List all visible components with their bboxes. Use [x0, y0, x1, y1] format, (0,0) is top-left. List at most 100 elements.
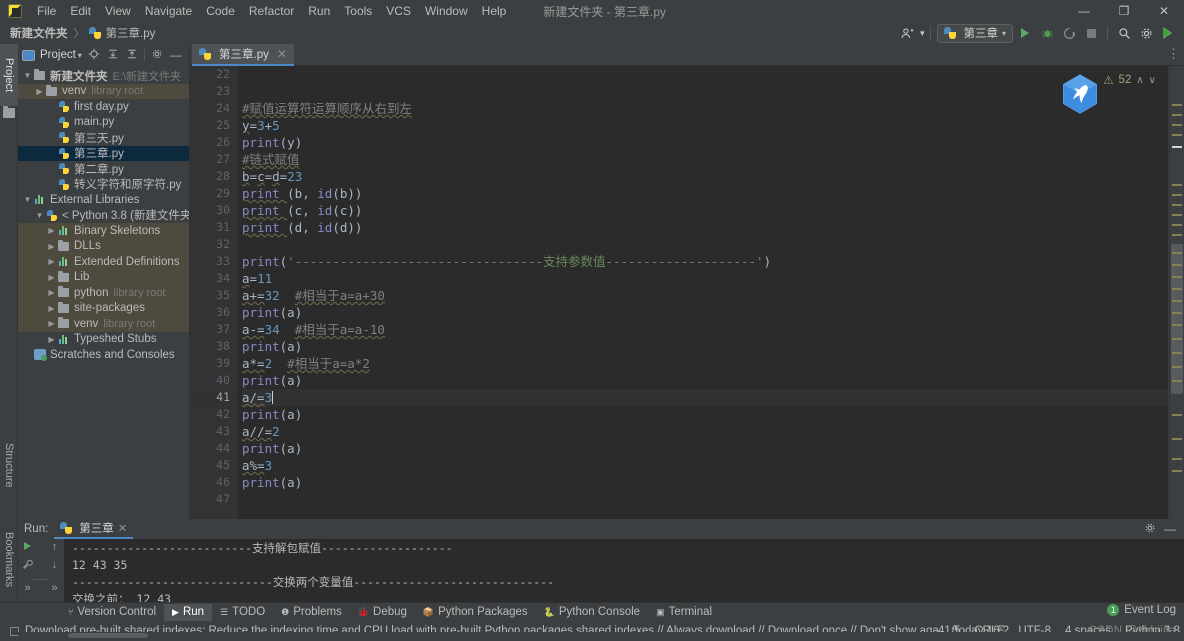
chevron-down-icon[interactable]: ▼ [22, 71, 33, 80]
search-icon[interactable] [1114, 24, 1134, 42]
bottom-tab-version-control[interactable]: ⑂ Version Control [60, 604, 164, 621]
tree-node[interactable]: 第二章.py [18, 161, 189, 177]
line-number[interactable]: 29 [190, 185, 238, 202]
menu-navigate[interactable]: Navigate [138, 2, 199, 20]
chevron-down-icon[interactable]: ▾ [920, 28, 925, 39]
code-line[interactable]: y=3+5 [242, 117, 1184, 134]
tree-node[interactable]: main.py [18, 115, 189, 131]
tree-node[interactable]: ▶ Lib [18, 269, 189, 285]
code-line[interactable]: a/=3 [242, 389, 1184, 406]
scroll-up-icon[interactable]: ↑ [47, 541, 63, 553]
bottom-tab-run[interactable]: ▶ Run [164, 603, 213, 621]
code-content[interactable]: #赋值运算符运算顺序从右到左 y=3+5 print(y) #链式赋值 b=c=d=23… [238, 66, 1184, 519]
scrollbar-thumb[interactable] [1171, 244, 1183, 394]
hummingbird-icon[interactable] [1058, 72, 1102, 116]
line-number[interactable]: 44 [190, 440, 238, 457]
code-line[interactable]: a=11 [242, 270, 1184, 287]
rerun-icon[interactable] [20, 541, 36, 553]
menu-file[interactable]: File [30, 2, 63, 20]
line-number[interactable]: 33 [190, 253, 238, 270]
close-icon[interactable]: ✕ [118, 521, 128, 535]
chevron-right-icon[interactable]: ▶ [46, 319, 57, 328]
close-icon[interactable]: ✕ [277, 47, 287, 61]
line-number[interactable]: 31 [190, 219, 238, 236]
code-line[interactable] [242, 66, 1184, 83]
chevron-right-icon[interactable]: ▶ [46, 335, 57, 344]
gear-icon[interactable] [150, 48, 164, 63]
event-log-label[interactable]: Event Log [1124, 604, 1176, 616]
line-number[interactable]: 43 [190, 423, 238, 440]
run-console-output[interactable]: --------------------------支持解包赋值--------… [64, 539, 1184, 602]
editor-scrollbar[interactable] [1170, 66, 1184, 519]
tree-node[interactable]: ▶ Typeshed Stubs [18, 332, 189, 348]
event-log-area[interactable]: 1 Event Log [1107, 604, 1176, 616]
code-line[interactable]: a%=3 [242, 457, 1184, 474]
tree-node[interactable]: ▼ 新建文件夹 E:\新建文件夹 [18, 68, 189, 84]
menu-vcs[interactable]: VCS [379, 2, 418, 20]
tree-node[interactable]: ▶ venv library root [18, 316, 189, 332]
editor-tab[interactable]: 第三章.py ✕ [192, 44, 294, 66]
updates-icon[interactable] [1158, 24, 1178, 42]
menu-run[interactable]: Run [301, 2, 337, 20]
chevron-right-icon[interactable]: ▶ [46, 226, 57, 235]
run-with-coverage-button[interactable] [1059, 24, 1079, 42]
chevron-right-icon[interactable]: ▶ [34, 87, 45, 96]
line-number[interactable]: 42 [190, 406, 238, 423]
expand-icon[interactable]: » [20, 582, 36, 594]
code-line[interactable] [242, 491, 1184, 508]
code-line[interactable]: print(a) [242, 474, 1184, 491]
line-number[interactable]: 28 [190, 168, 238, 185]
sidebar-item-structure[interactable]: Structure [0, 429, 18, 501]
bottom-tab-problems[interactable]: ❶ Problems [273, 604, 350, 621]
line-number[interactable]: 25 [190, 117, 238, 134]
project-panel-title[interactable]: Project [40, 49, 76, 61]
run-configuration-selector[interactable]: 第三章 ▾ [937, 23, 1013, 43]
chevron-right-icon[interactable]: ▶ [46, 242, 57, 251]
tree-node[interactable]: first day.py [18, 99, 189, 115]
bottom-tab-terminal[interactable]: ▣ Terminal [648, 604, 720, 621]
menu-code[interactable]: Code [199, 2, 242, 20]
breadcrumb-root[interactable]: 新建文件夹 [8, 25, 70, 41]
chevron-right-icon[interactable]: ▶ [46, 257, 57, 266]
line-number[interactable]: 30 [190, 202, 238, 219]
line-number[interactable]: 27 [190, 151, 238, 168]
code-line[interactable]: a+=32 #相当于a=a+30 [242, 287, 1184, 304]
code-line[interactable]: print (c, id(c)) [242, 202, 1184, 219]
code-line[interactable]: #赋值运算符运算顺序从右到左 [242, 100, 1184, 117]
minimize-button[interactable]: — [1064, 0, 1104, 22]
line-number[interactable]: 37 [190, 321, 238, 338]
line-number[interactable]: 46 [190, 474, 238, 491]
expand-icon-2[interactable]: » [47, 582, 63, 594]
editor-options-icon[interactable]: ⋮ [1167, 46, 1180, 62]
line-number[interactable]: 47 [190, 491, 238, 508]
code-line[interactable]: print(a) [242, 372, 1184, 389]
tree-node[interactable]: ▶ Binary Skeletons [18, 223, 189, 239]
bottom-tab-python-console[interactable]: 🐍 Python Console [536, 604, 648, 621]
maximize-button[interactable]: ❐ [1104, 0, 1144, 22]
menu-help[interactable]: Help [475, 2, 514, 20]
hide-panel-icon[interactable]: — [1164, 522, 1176, 536]
bottom-tab-python-packages[interactable]: 📦 Python Packages [415, 604, 536, 621]
tree-node[interactable]: ▶ Extended Definitions [18, 254, 189, 270]
tree-node[interactable]: ▼ < Python 3.8 (新建文件夹) > [18, 208, 189, 224]
locate-target-icon[interactable] [87, 48, 101, 63]
hide-panel-icon[interactable]: — [169, 48, 183, 62]
run-tab[interactable]: 第三章 ✕ [54, 519, 134, 539]
menu-tools[interactable]: Tools [337, 2, 379, 20]
gear-icon[interactable] [1136, 24, 1156, 42]
code-line[interactable]: print (b, id(b)) [242, 185, 1184, 202]
inspection-widget[interactable]: ⚠ 52 ∧ ∨ [1103, 73, 1156, 87]
close-button[interactable]: ✕ [1144, 0, 1184, 22]
line-number[interactable]: 22 [190, 66, 238, 83]
chevron-down-icon[interactable]: ▼ [34, 211, 45, 220]
sidebar-item-bookmarks[interactable]: Bookmarks [0, 519, 18, 601]
code-line[interactable]: print(a) [242, 406, 1184, 423]
code-line[interactable]: print(y) [242, 134, 1184, 151]
bottom-tab-debug[interactable]: 🐞 Debug [350, 604, 415, 621]
code-line[interactable]: b=c=d=23 [242, 168, 1184, 185]
tree-node[interactable]: ▶ python library root [18, 285, 189, 301]
collapse-all-icon[interactable] [125, 48, 139, 63]
gear-icon[interactable] [1144, 522, 1156, 537]
chevron-right-icon[interactable]: ▶ [46, 273, 57, 282]
code-line[interactable]: a//=2 [242, 423, 1184, 440]
